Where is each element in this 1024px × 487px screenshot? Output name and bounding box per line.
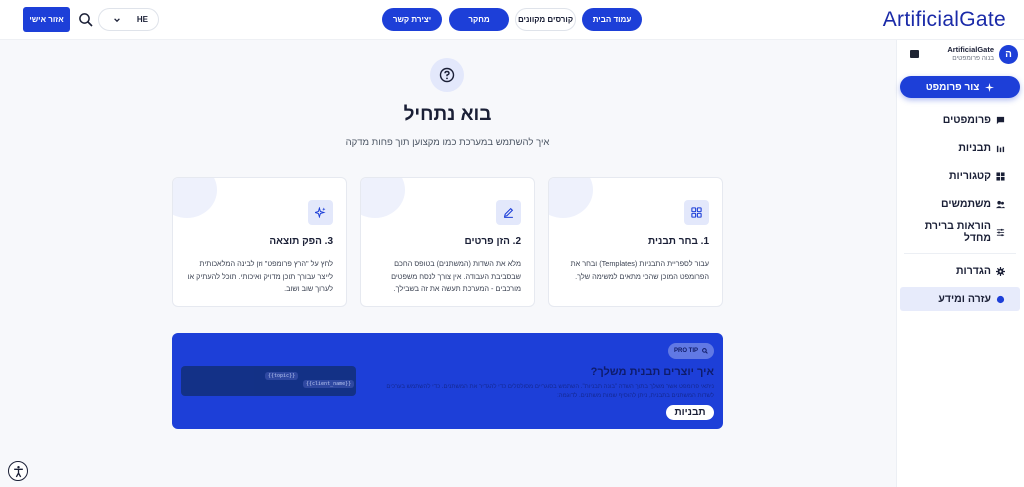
- nav-contact-button[interactable]: יצירת קשר: [382, 8, 442, 31]
- create-prompt-label: צור פרומפט: [925, 81, 980, 93]
- sidebar-item-help[interactable]: עזרה ומידע: [900, 287, 1020, 311]
- step-text: מלא את השדות (המשתנים) בטופס החכם שבסביב…: [391, 259, 521, 293]
- pro-tip-banner: PRO TIP איך יוצרים תבנית משלך? ניתאי פרו…: [172, 333, 723, 429]
- sidebar-item-label: פרומפטים: [942, 114, 991, 126]
- avatar[interactable]: ה: [999, 45, 1018, 64]
- decorative-blob: [549, 178, 593, 218]
- sidebar-item-label: קטגוריות: [949, 170, 991, 182]
- code-example-box: {{topic}} {{client_name}}: [181, 366, 356, 396]
- brand-subtitle: בנוה פרומפטים: [952, 55, 994, 62]
- chevron-down-icon: [114, 17, 120, 22]
- page-title: בוא נתחיל: [403, 104, 492, 125]
- search-icon[interactable]: [78, 12, 94, 28]
- step-card-choose-template: 1. בחר תבנית עבור לספריית התבניות (Templ…: [548, 177, 723, 307]
- sidebar-item-label: משתמשים: [940, 198, 991, 210]
- pro-tip-badge: PRO TIP: [667, 343, 714, 359]
- top-bar: ArtificialGate עמוד הבית קורסים מקוונים …: [0, 0, 1024, 40]
- pencil-icon: [496, 200, 521, 225]
- page-subtitle: איך להשתמש במערכת כמו מקצוען תוך פחות מד…: [345, 137, 550, 148]
- sidebar-item-users[interactable]: משתמשים: [900, 192, 1020, 216]
- grid-icon: [996, 171, 1005, 181]
- language-value: HE: [136, 15, 148, 24]
- sidebar-item-templates[interactable]: תבניות: [900, 136, 1020, 160]
- nav-home-button[interactable]: עמוד הבית: [582, 8, 642, 31]
- search-icon: [702, 348, 708, 354]
- step-card-enter-details: 2. הזן פרטים מלא את השדות (המשתנים) בטופ…: [360, 177, 535, 307]
- step-title: 3. הפק תוצאה: [269, 236, 333, 247]
- sidebar-item-settings[interactable]: הגדרות: [900, 259, 1020, 283]
- sidebar-divider: [904, 253, 1016, 254]
- templates-button[interactable]: תבניות: [666, 405, 714, 420]
- sidebar-item-categories[interactable]: קטגוריות: [900, 164, 1020, 188]
- decorative-blob: [173, 178, 217, 218]
- sparkle-icon: [985, 82, 995, 92]
- accessibility-icon[interactable]: [8, 461, 28, 481]
- code-variable: {{topic}}: [265, 372, 299, 380]
- sidebar-toggle-icon[interactable]: [910, 50, 919, 58]
- personal-area-button[interactable]: אזור אישי: [23, 7, 70, 32]
- sidebar-item-label: הוראות ברירת מחדל: [924, 220, 991, 244]
- brand-name: ArtificialGate: [947, 45, 994, 54]
- sliders-icon: [996, 228, 1005, 237]
- language-select[interactable]: HE: [98, 8, 159, 31]
- step-text: עבור לספריית התבניות (Templates) ובחר את…: [570, 259, 709, 281]
- pro-tip-title: איך יוצרים תבנית משלך?: [590, 366, 714, 378]
- help-circle-icon: [430, 58, 464, 92]
- sidebar-item-default-instructions[interactable]: הוראות ברירת מחדל: [900, 220, 1020, 244]
- step-title: 1. בחר תבנית: [648, 236, 709, 247]
- bars-icon: [996, 144, 1005, 153]
- nav-research-button[interactable]: מחקר: [449, 8, 509, 31]
- sidebar-item-label: עזרה ומידע: [938, 293, 991, 305]
- sidebar-item-label: הגדרות: [956, 265, 991, 277]
- users-icon: [996, 200, 1005, 209]
- sidebar-item-prompts[interactable]: פרומפטים: [900, 108, 1020, 132]
- chat-icon: [996, 116, 1005, 125]
- pro-tip-text: ניתאי פרומפט אשר משלך בתוך השדה "בונה תב…: [386, 384, 714, 399]
- step-card-produce-result: 3. הפק תוצאה לחץ על "הרץ פרומפט" וזן לבי…: [172, 177, 347, 307]
- avatar-letter: ה: [1005, 49, 1012, 60]
- grid-icon: [684, 200, 709, 225]
- logo[interactable]: ArtificialGate: [883, 8, 1006, 32]
- decorative-blob: [361, 178, 405, 218]
- step-text: לחץ על "הרץ פרומפט" וזן לבינה המלאכותית …: [187, 259, 333, 293]
- pro-tip-badge-label: PRO TIP: [673, 348, 698, 354]
- code-variable: {{client_name}}: [303, 380, 355, 388]
- sparkle-icon: [308, 200, 333, 225]
- sidebar: ה ArtificialGate בנוה פרומפטים צור פרומפ…: [896, 40, 1024, 487]
- help-dot-icon: [996, 295, 1005, 304]
- step-title: 2. הזן פרטים: [464, 236, 521, 247]
- gear-icon: [996, 266, 1005, 276]
- sidebar-item-label: תבניות: [958, 142, 991, 154]
- create-prompt-button[interactable]: צור פרומפט: [900, 76, 1020, 98]
- nav-courses-button[interactable]: קורסים מקוונים: [515, 8, 576, 31]
